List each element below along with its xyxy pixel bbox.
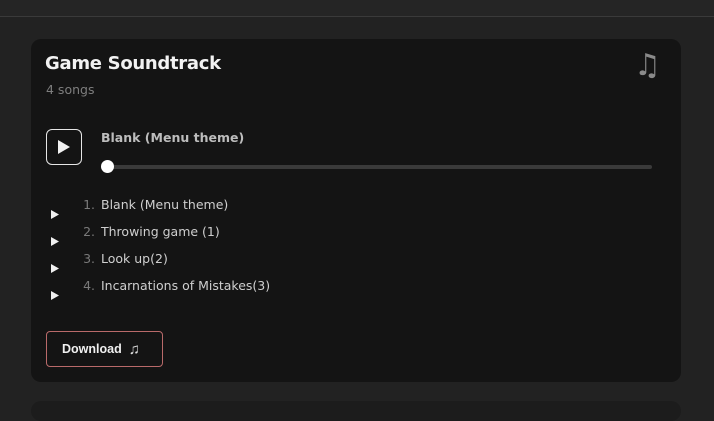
play-icon[interactable] bbox=[51, 231, 59, 250]
track-number: 4. bbox=[83, 278, 95, 293]
now-playing-title: Blank (Menu theme) bbox=[101, 130, 245, 145]
track-number: 2. bbox=[83, 224, 95, 239]
top-divider bbox=[0, 0, 714, 17]
track-item[interactable]: 4. Incarnations of Mistakes(3) bbox=[51, 277, 411, 304]
soundtrack-card: Game Soundtrack 4 songs ♫ Blank (Menu th… bbox=[31, 39, 681, 382]
music-note-icon: ♫ bbox=[128, 340, 140, 358]
track-item[interactable]: 1. Blank (Menu theme) bbox=[51, 196, 411, 223]
play-button[interactable] bbox=[46, 129, 82, 165]
download-button[interactable]: Download ♫ bbox=[46, 331, 163, 367]
music-note-icon: ♫ bbox=[634, 48, 661, 83]
track-name: Incarnations of Mistakes(3) bbox=[101, 278, 271, 293]
progress-thumb[interactable] bbox=[101, 160, 114, 173]
track-item[interactable]: 2. Throwing game (1) bbox=[51, 223, 411, 250]
play-icon bbox=[58, 140, 70, 154]
play-icon[interactable] bbox=[51, 285, 59, 304]
next-card bbox=[31, 401, 681, 421]
track-name: Blank (Menu theme) bbox=[101, 197, 229, 212]
track-name: Throwing game (1) bbox=[101, 224, 220, 239]
play-icon[interactable] bbox=[51, 204, 59, 223]
progress-track[interactable] bbox=[107, 165, 652, 169]
download-label: Download bbox=[62, 342, 122, 356]
track-number: 3. bbox=[83, 251, 95, 266]
song-count: 4 songs bbox=[46, 82, 95, 97]
track-item[interactable]: 3. Look up(2) bbox=[51, 250, 411, 277]
track-name: Look up(2) bbox=[101, 251, 168, 266]
track-list: 1. Blank (Menu theme) 2. Throwing game (1) 3… bbox=[51, 196, 411, 304]
track-number: 1. bbox=[83, 197, 95, 212]
card-title: Game Soundtrack bbox=[45, 53, 221, 74]
play-icon[interactable] bbox=[51, 258, 59, 277]
